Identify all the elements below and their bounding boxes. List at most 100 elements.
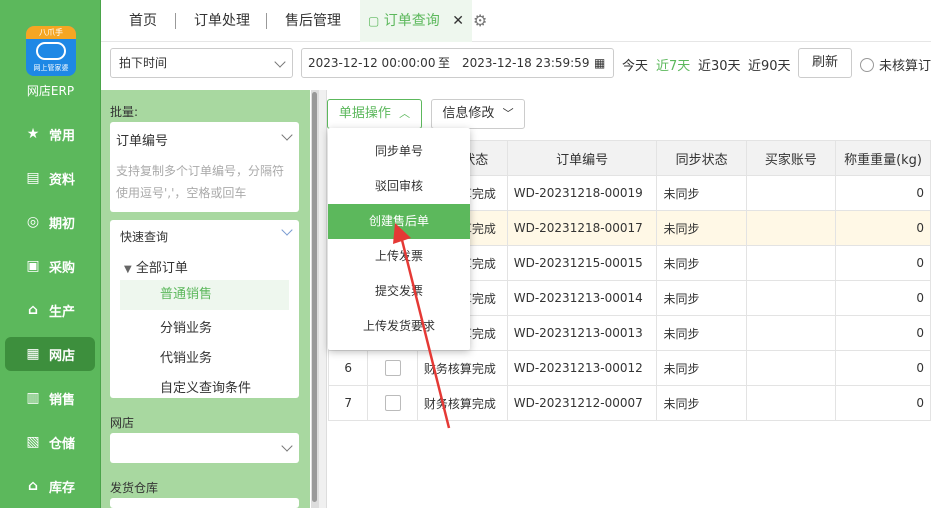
range-separator: 至 [438, 56, 451, 70]
sidebar-item-2[interactable]: ◎ 期初 [5, 205, 95, 239]
doc-ops-label: 单据操作 [338, 106, 391, 121]
sidebar-item-6[interactable]: ▥ 销售 [5, 381, 95, 415]
gear-icon[interactable]: ⚙ [473, 0, 487, 42]
row-weight: 0 [835, 315, 931, 351]
chevron-down-icon [281, 440, 293, 452]
box-icon: ⌂ [27, 478, 39, 494]
sidebar-item-8[interactable]: ⌂ 库存 [5, 469, 95, 503]
row-sync: 未同步 [656, 350, 747, 386]
quick-query-box: 快速查询 ▼ 全部订单 普通销售 分销业务 代销业务 自定义查询条件 [110, 220, 299, 398]
quick-query-title: 快速查询 [120, 230, 169, 244]
cart-icon: ▣ [26, 258, 40, 274]
col-buyer[interactable]: 买家账号 [745, 140, 837, 176]
row-sync: 未同步 [656, 210, 747, 246]
logo-top-text: 八爪手 [26, 26, 76, 39]
row-sync: 未同步 [656, 315, 747, 351]
panel-splitter[interactable] [318, 90, 327, 508]
row-buyer [745, 385, 837, 421]
row-status: 财务核算完成 [416, 350, 508, 386]
sidebar-item-0[interactable]: ★ 常用 [5, 117, 95, 151]
dropdown-item-4[interactable]: 提交发票 [328, 274, 470, 309]
order-no-input[interactable]: 支持复制多个订单编号，分隔符使用逗号','，空格或回车 [116, 160, 294, 204]
col-order-no[interactable]: 订单编号 [506, 140, 658, 176]
target-icon: ◎ [26, 214, 40, 230]
warehouse-select[interactable] [110, 498, 299, 508]
quick-7days[interactable]: 近7天 [656, 55, 690, 74]
row-order-no: WD-20231213-00013 [506, 315, 658, 351]
row-sync: 未同步 [656, 175, 747, 211]
row-order-no: WD-20231213-00014 [506, 280, 658, 316]
dropdown-item-2[interactable]: 创建售后单 [328, 204, 470, 239]
sidebar: 八爪手 网上管家婆 网店ERP ★ 常用 ▤ 资料 ◎ 期初 ▣ 采购 ⌂ 生产 ▦ 网店 ▥ 销售 ▧ 仓储… [0, 0, 101, 508]
shop-label: 网店 [110, 416, 135, 430]
star-icon: ★ [26, 126, 40, 142]
row-weight: 0 [835, 210, 931, 246]
tree-normal-sales[interactable]: 普通销售 [120, 280, 289, 310]
tree-consignment[interactable]: 代销业务 [160, 347, 212, 366]
doc-ops-button[interactable]: 单据操作 ︿ [327, 99, 422, 129]
row-checkbox[interactable] [384, 360, 401, 376]
sidebar-item-5[interactable]: ▦ 网店 [5, 337, 95, 371]
calendar-icon[interactable]: ▦ [594, 49, 605, 77]
app-name: 网店ERP [26, 84, 75, 98]
sidebar-item-1[interactable]: ▤ 资料 [5, 161, 95, 195]
sidebar-item-label: 网店 [49, 348, 76, 364]
refresh-button[interactable]: 刷新 [798, 48, 852, 78]
row-weight: 0 [835, 385, 931, 421]
table-row[interactable]: 6 财务核算完成 WD-20231213-00012 未同步 0 [327, 350, 931, 386]
row-checkbox[interactable] [384, 395, 401, 411]
batch-label: 批量: [110, 105, 139, 119]
row-buyer [745, 245, 837, 281]
row-weight: 0 [835, 245, 931, 281]
info-edit-button[interactable]: 信息修改 ﹀ [431, 99, 525, 129]
date-range-picker[interactable]: 2023-12-12 00:00:00 至 2023-12-18 23:59:5… [301, 48, 614, 78]
tree-custom-query[interactable]: 自定义查询条件 [160, 377, 251, 396]
quick-today[interactable]: 今天 [622, 55, 648, 74]
time-type-select[interactable]: 拍下时间 [110, 48, 293, 78]
sidebar-item-label: 期初 [49, 216, 76, 232]
warehouse-label: 发货仓库 [110, 481, 159, 495]
row-sync: 未同步 [656, 245, 747, 281]
table-row[interactable]: 7 财务核算完成 WD-20231212-00007 未同步 0 [327, 385, 931, 421]
sidebar-item-label: 仓储 [49, 436, 76, 452]
unaudited-option[interactable]: 未核算订 [860, 55, 931, 74]
caret-down-icon: ▼ [124, 264, 132, 275]
dropdown-item-3[interactable]: 上传发票 [328, 239, 470, 274]
unaudited-label: 未核算订 [879, 59, 931, 74]
row-index: 6 [327, 350, 369, 386]
close-icon[interactable]: ✕ [452, 13, 464, 29]
col-sync[interactable]: 同步状态 [656, 140, 747, 176]
left-scrollbar[interactable] [311, 90, 318, 508]
sidebar-item-7[interactable]: ▧ 仓储 [5, 425, 95, 459]
sidebar-item-label: 销售 [49, 392, 76, 408]
dropdown-item-5[interactable]: 上传发货要求 [328, 309, 470, 344]
tab-after-sales[interactable]: 售后管理 [285, 0, 341, 42]
tab-home[interactable]: 首页 [129, 0, 157, 42]
sidebar-item-label: 采购 [49, 260, 76, 276]
sidebar-item-3[interactable]: ▣ 采购 [5, 249, 95, 283]
row-weight: 0 [835, 175, 931, 211]
quick-90days[interactable]: 近90天 [748, 55, 791, 74]
dropdown-item-0[interactable]: 同步单号 [328, 134, 470, 169]
chevron-down-icon [281, 129, 293, 141]
shop-select[interactable] [110, 433, 299, 463]
all-orders-label: 全部订单 [135, 261, 188, 276]
row-order-no: WD-20231212-00007 [506, 385, 658, 421]
tree-all-orders[interactable]: ▼ 全部订单 [124, 257, 188, 276]
order-number-box[interactable]: 订单编号 支持复制多个订单编号，分隔符使用逗号','，空格或回车 [110, 122, 299, 212]
tree-distribution[interactable]: 分销业务 [160, 317, 212, 336]
col-weight[interactable]: 称重重量(kg) [835, 140, 931, 176]
end-date: 2023-12-18 23:59:59 [462, 56, 590, 70]
tab-order-query[interactable]: ▢ 订单查询 ✕ [360, 0, 472, 42]
app-logo: 八爪手 网上管家婆 [26, 26, 76, 76]
row-index: 7 [327, 385, 369, 421]
info-edit-label: 信息修改 [442, 106, 495, 121]
chevron-down-icon[interactable] [281, 224, 293, 236]
radio-icon[interactable] [860, 57, 874, 72]
quick-30days[interactable]: 近30天 [698, 55, 741, 74]
order-no-select[interactable]: 订单编号 [116, 130, 168, 149]
dropdown-item-1[interactable]: 驳回审核 [328, 169, 470, 204]
tab-order-processing[interactable]: 订单处理 [194, 0, 250, 42]
sidebar-item-4[interactable]: ⌂ 生产 [5, 293, 95, 327]
row-order-no: WD-20231215-00015 [506, 245, 658, 281]
